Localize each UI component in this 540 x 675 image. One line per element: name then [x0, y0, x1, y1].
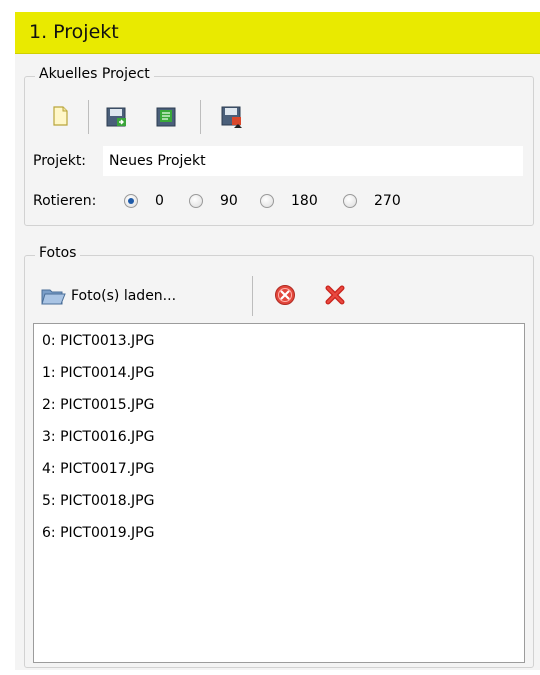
folder-open-icon — [41, 289, 66, 305]
project-name-label: Projekt: — [33, 153, 87, 169]
list-item[interactable]: 4: PICT0017.JPG — [42, 461, 154, 477]
load-photos-label: Foto(s) laden... — [71, 288, 177, 304]
rotate-option-270-label: 270 — [374, 193, 401, 209]
save-as-button[interactable] — [154, 105, 178, 129]
toolbar-separator — [200, 100, 201, 134]
save-as-icon — [156, 107, 176, 127]
remove-photo-button[interactable] — [273, 283, 297, 307]
list-item[interactable]: 6: PICT0019.JPG — [42, 525, 154, 541]
rotate-option-90-label: 90 — [220, 193, 238, 209]
rotate-radio-270[interactable] — [343, 194, 357, 208]
list-item[interactable]: 3: PICT0016.JPG — [42, 429, 154, 445]
section-header: 1. Projekt — [15, 12, 540, 54]
list-item[interactable]: 0: PICT0013.JPG — [42, 333, 154, 349]
toolbar-separator — [88, 100, 89, 134]
rotate-option-0-label: 0 — [155, 193, 164, 209]
toolbar-separator — [252, 276, 253, 316]
list-item[interactable]: 5: PICT0018.JPG — [42, 493, 154, 509]
save-icon — [106, 107, 126, 127]
photos-group-legend: Fotos — [35, 245, 81, 261]
clear-photos-button[interactable] — [323, 283, 347, 307]
photo-list[interactable]: 0: PICT0013.JPG 1: PICT0014.JPG 2: PICT0… — [33, 323, 525, 663]
load-photos-button[interactable]: Foto(s) laden... — [40, 282, 176, 310]
list-item[interactable]: 1: PICT0014.JPG — [42, 365, 154, 381]
project-group-legend: Akuelles Project — [35, 66, 154, 82]
list-item[interactable]: 2: PICT0015.JPG — [42, 397, 154, 413]
rotate-radio-90[interactable] — [189, 194, 203, 208]
rotate-radio-180[interactable] — [260, 194, 274, 208]
new-document-icon — [53, 106, 68, 126]
new-document-button[interactable] — [48, 104, 72, 128]
save-button[interactable] — [104, 105, 128, 129]
section-title: 1. Projekt — [29, 21, 119, 43]
close-icon — [325, 285, 345, 305]
rotate-label: Rotieren: — [33, 193, 97, 209]
remove-circle-icon — [275, 285, 295, 305]
export-button[interactable] — [220, 105, 244, 129]
rotate-radio-0[interactable] — [124, 194, 138, 208]
project-name-field[interactable] — [103, 146, 523, 176]
rotate-option-180-label: 180 — [291, 193, 318, 209]
export-icon — [221, 106, 242, 128]
